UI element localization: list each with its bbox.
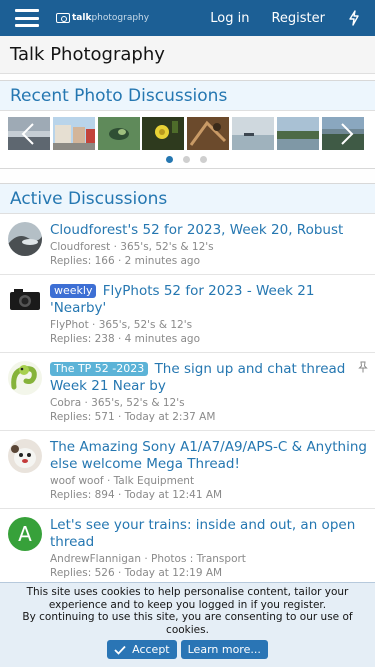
camera-icon bbox=[56, 13, 70, 23]
pin-icon bbox=[358, 361, 368, 373]
thread-stats: Replies: 526 · Today at 12:19 AM bbox=[50, 567, 223, 579]
thread-list: Cloudforest's 52 for 2023, Week 20, Robu… bbox=[0, 214, 375, 587]
cookie-text: This site uses cookies to help personali… bbox=[26, 586, 349, 611]
thread-row[interactable]: The TP 52 -2023 The sign up and chat thr… bbox=[0, 353, 375, 431]
page-title-bar: Talk Photography bbox=[0, 36, 375, 74]
carousel-prev-button[interactable] bbox=[15, 117, 41, 150]
user-avatar[interactable] bbox=[8, 439, 42, 473]
carousel-next-button[interactable] bbox=[334, 117, 360, 150]
carousel-pagination bbox=[166, 156, 217, 163]
thread-stats: Replies: 166 · 2 minutes ago bbox=[50, 255, 201, 267]
lightning-icon[interactable] bbox=[347, 10, 361, 26]
active-discussions-heading[interactable]: Active Discussions bbox=[10, 189, 167, 209]
page-title: Talk Photography bbox=[10, 44, 165, 65]
photo-thumbnail[interactable] bbox=[187, 117, 230, 150]
carousel-dot[interactable] bbox=[166, 156, 173, 163]
photo-thumbnail[interactable] bbox=[52, 117, 95, 150]
user-avatar[interactable] bbox=[8, 283, 42, 317]
carousel-dot[interactable] bbox=[183, 156, 190, 163]
active-discussions-block: Active Discussions Cloudforest's 52 for … bbox=[0, 183, 375, 588]
cookie-notice: This site uses cookies to help personali… bbox=[0, 582, 375, 667]
thread-row[interactable]: The Amazing Sony A1/A7/A9/APS-C & Anythi… bbox=[0, 431, 375, 509]
user-avatar[interactable]: A bbox=[8, 517, 42, 551]
photo-thumbnail[interactable] bbox=[97, 117, 140, 150]
thread-meta: AndrewFlannigan · Photos : Transport bbox=[50, 553, 246, 565]
photo-carousel bbox=[0, 81, 375, 163]
login-link[interactable]: Log in bbox=[210, 11, 249, 26]
checkmark-icon bbox=[114, 645, 126, 655]
thread-title[interactable]: Let's see your trains: inside and out, a… bbox=[50, 517, 355, 550]
recent-photo-block: Recent Photo Discussions bbox=[0, 80, 375, 169]
thread-meta: FlyPhot · 365's, 52's & 12's bbox=[50, 319, 193, 331]
menu-icon[interactable] bbox=[15, 9, 39, 27]
register-link[interactable]: Register bbox=[271, 11, 325, 26]
thread-title[interactable]: Cloudforest's 52 for 2023, Week 20, Robu… bbox=[50, 222, 343, 238]
thread-stats: Replies: 894 · Today at 12:41 AM bbox=[50, 489, 223, 501]
user-avatar[interactable] bbox=[8, 222, 42, 256]
thread-meta: Cloudforest · 365's, 52's & 12's bbox=[50, 241, 214, 253]
chevron-left-icon bbox=[21, 122, 34, 145]
carousel-dot[interactable] bbox=[200, 156, 207, 163]
site-logo[interactable]: talk photography bbox=[56, 13, 149, 23]
thread-meta: Cobra · 365's, 52's & 12's bbox=[50, 397, 185, 409]
thread-stats: Replies: 571 · Today at 2:37 AM bbox=[50, 411, 216, 423]
photo-thumbnail[interactable] bbox=[276, 117, 319, 150]
chevron-right-icon bbox=[341, 122, 354, 145]
learn-more-button[interactable]: Learn more... bbox=[180, 640, 268, 659]
thread-meta: woof woof · Talk Equipment bbox=[50, 475, 195, 487]
cookie-consent-text: By continuing to use this site, you are … bbox=[22, 611, 353, 636]
photo-thumbnail[interactable] bbox=[142, 117, 185, 150]
active-discussions-heading-bar: Active Discussions bbox=[0, 184, 375, 214]
thread-prefix-badge[interactable]: The TP 52 -2023 bbox=[50, 362, 149, 376]
thread-row[interactable]: A Let's see your trains: inside and out,… bbox=[0, 509, 375, 587]
top-navigation-bar: talk photography Log in Register bbox=[0, 0, 375, 36]
thread-row[interactable]: Cloudforest's 52 for 2023, Week 20, Robu… bbox=[0, 214, 375, 275]
user-avatar[interactable] bbox=[8, 361, 42, 395]
accept-cookies-button[interactable]: Accept bbox=[107, 640, 177, 659]
thread-title[interactable]: The Amazing Sony A1/A7/A9/APS-C & Anythi… bbox=[50, 439, 367, 472]
thread-row[interactable]: weekly FlyPhots 52 for 2023 - Week 21 'N… bbox=[0, 275, 375, 353]
photo-thumbnail[interactable] bbox=[231, 117, 274, 150]
thread-prefix-badge[interactable]: weekly bbox=[50, 284, 97, 298]
thread-stats: Replies: 238 · 4 minutes ago bbox=[50, 333, 201, 345]
